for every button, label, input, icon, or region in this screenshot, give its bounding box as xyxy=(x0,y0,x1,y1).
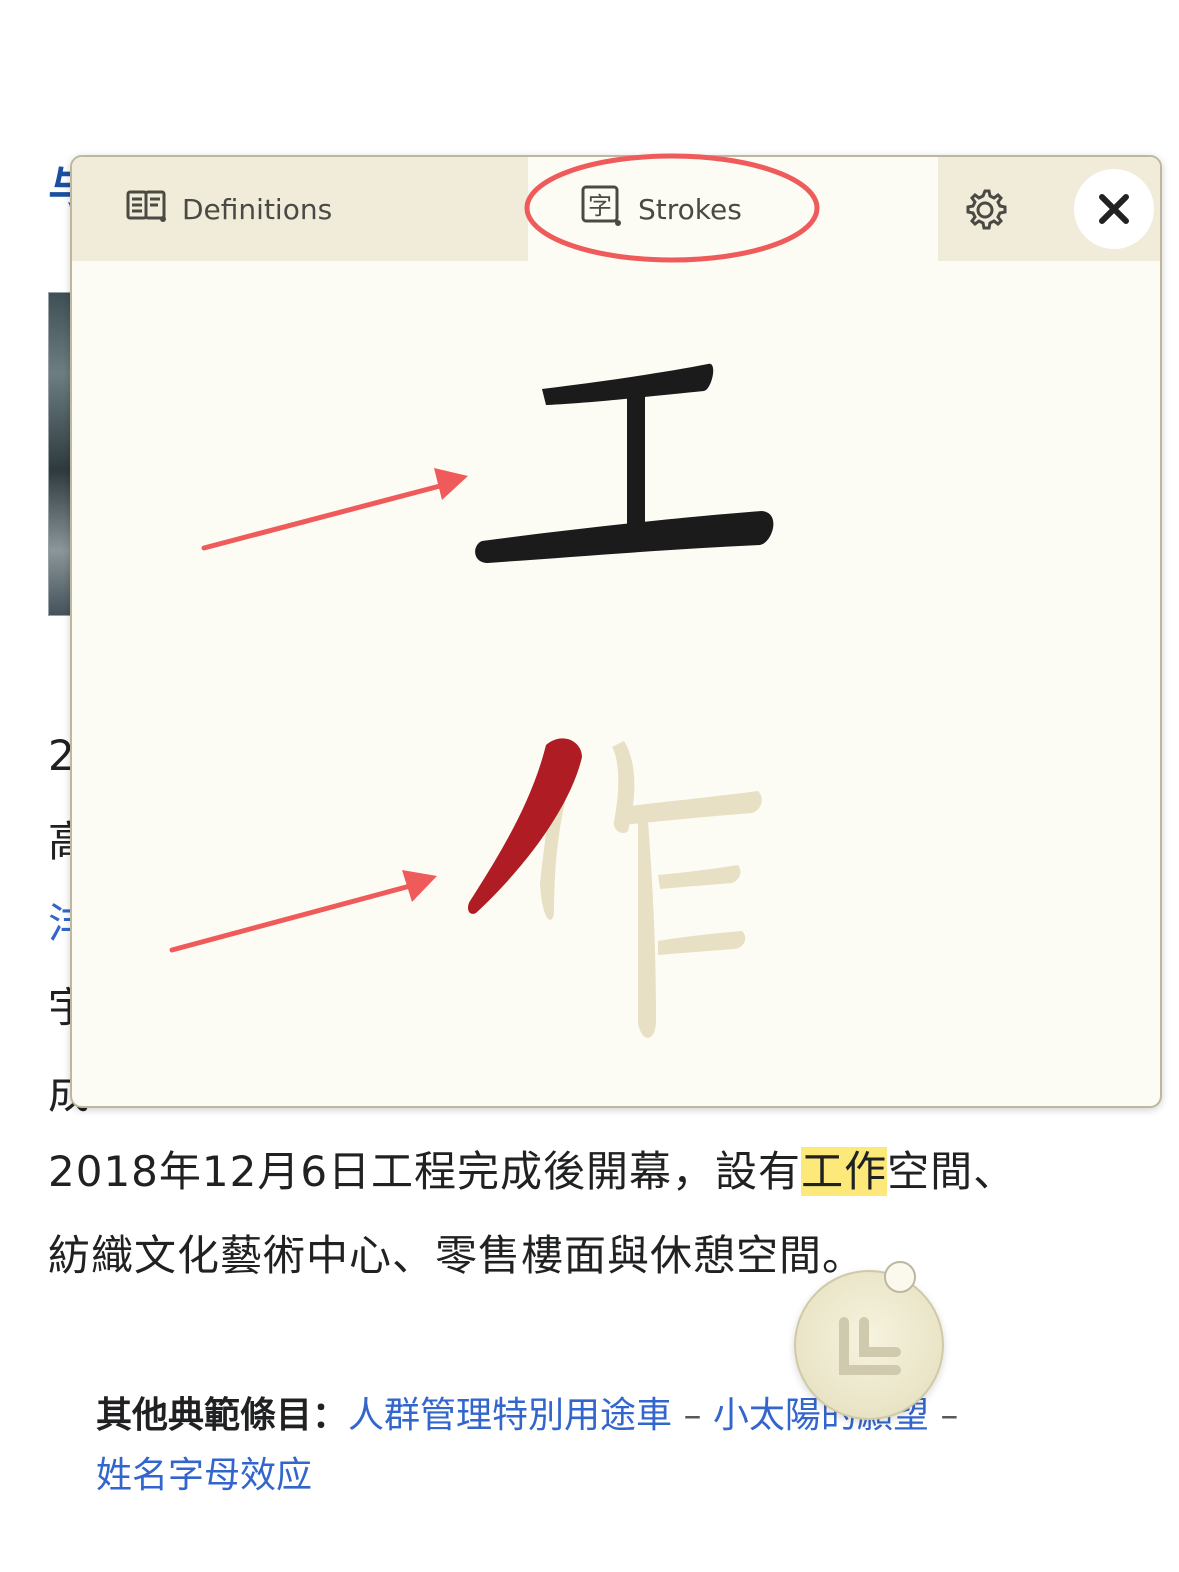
popup-actions xyxy=(938,157,1160,261)
stroke-animation-stage xyxy=(72,261,1160,1106)
article-text: 空間、 xyxy=(887,1147,1017,1196)
close-icon xyxy=(1099,194,1129,224)
character-card-glyph: 字 xyxy=(588,192,612,220)
floating-button-handle[interactable] xyxy=(884,1261,916,1293)
close-button[interactable] xyxy=(1074,169,1154,249)
pending-strokes xyxy=(540,741,762,1038)
dictionary-popup: Definitions 字 Strokes xyxy=(70,155,1162,1108)
floating-reader-button[interactable] xyxy=(794,1270,944,1420)
popup-tab-bar: Definitions 字 Strokes xyxy=(72,157,1160,261)
character-gong xyxy=(475,363,774,563)
link-separator: – xyxy=(672,1395,713,1436)
drawn-stroke xyxy=(468,738,582,914)
settings-button[interactable] xyxy=(962,187,1008,233)
article-text: 2018年12月6日工程完成後開幕，設有 xyxy=(48,1147,802,1196)
article-text-line: 紡織文化藝術中心、零售樓面與休憩空間。 xyxy=(48,1231,866,1280)
other-featured-articles: 其他典範條目：人群管理特別用途車 – 小太陽的願望 – 姓名字母效应 xyxy=(96,1386,1096,1506)
featured-article-link[interactable]: 人群管理特別用途車 xyxy=(348,1395,672,1436)
book-icon xyxy=(126,189,168,230)
article-image[interactable] xyxy=(48,292,72,616)
tab-strokes-label: Strokes xyxy=(638,192,742,226)
featured-article-link[interactable]: 姓名字母效应 xyxy=(96,1455,312,1496)
highlighted-word[interactable]: 工作 xyxy=(801,1147,888,1196)
article-text-line: 2018年12月6日工程完成後開幕，設有工作空間、 xyxy=(48,1142,1016,1202)
tab-strokes[interactable]: 字 Strokes xyxy=(528,157,938,261)
reader-icon xyxy=(839,1317,901,1375)
character-zuo xyxy=(468,738,762,1038)
other-articles-label: 其他典範條目： xyxy=(96,1395,349,1436)
tab-definitions-label: Definitions xyxy=(182,192,333,226)
tab-definitions[interactable]: Definitions xyxy=(72,157,528,261)
character-card-icon: 字 xyxy=(580,184,624,235)
gear-icon xyxy=(966,189,1007,230)
